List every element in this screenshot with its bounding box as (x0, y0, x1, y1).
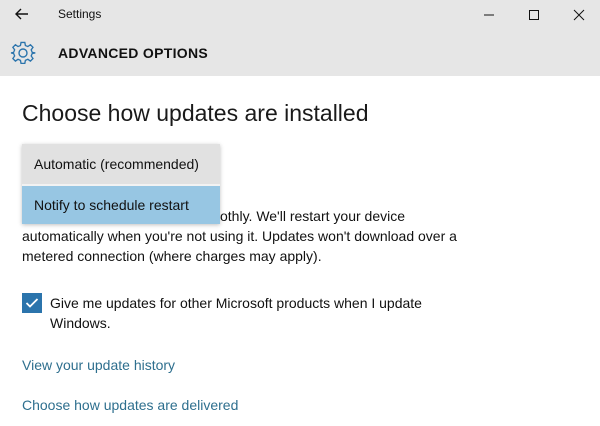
back-arrow-icon (15, 8, 28, 20)
update-history-link[interactable]: View your update history (22, 357, 175, 373)
page-title: ADVANCED OPTIONS (58, 45, 208, 61)
close-icon (573, 9, 585, 21)
app-title: Settings (58, 7, 102, 21)
microsoft-updates-label: Give me updates for other Microsoft prod… (50, 295, 422, 331)
back-button[interactable] (8, 3, 36, 25)
update-delivery-link[interactable]: Choose how updates are delivered (22, 397, 238, 413)
minimize-icon (484, 14, 494, 16)
maximize-icon (529, 10, 539, 20)
dropdown-option-notify[interactable]: Notify to schedule restart (22, 186, 220, 224)
page-header: ADVANCED OPTIONS (0, 30, 600, 76)
checkmark-icon (25, 298, 39, 308)
minimize-button[interactable] (466, 0, 512, 30)
maximize-button[interactable] (511, 0, 557, 30)
title-bar: Settings (0, 0, 600, 30)
microsoft-updates-checkbox[interactable] (22, 293, 42, 313)
dropdown-option-automatic[interactable]: Automatic (recommended) (22, 144, 220, 184)
install-method-dropdown[interactable]: Automatic (recommended) Notify to schedu… (22, 144, 220, 224)
gear-icon (10, 41, 36, 65)
section-title: Choose how updates are installed (22, 100, 369, 126)
close-button[interactable] (556, 0, 600, 30)
